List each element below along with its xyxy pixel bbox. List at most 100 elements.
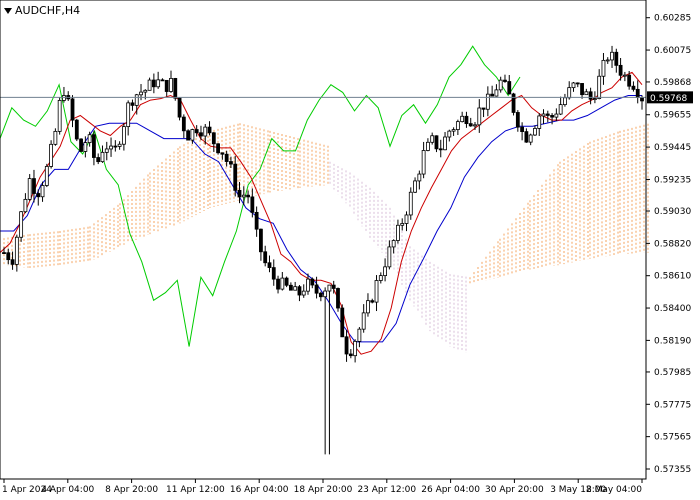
candle-body [550,115,554,118]
candle-body [203,126,208,137]
candle-body [528,134,533,143]
candle-body [181,116,186,132]
candle-body [503,79,507,82]
x-tick-label: 4 Apr 04:00 [41,485,94,495]
candle-body [370,300,375,303]
candle-body [241,194,246,198]
candle-body [79,138,83,152]
candle-body [177,97,182,118]
candle-body [601,59,606,77]
candle-body [460,115,465,123]
candle-body [635,88,640,99]
candle-body [259,228,263,253]
candle-body [139,91,143,96]
candle-body [477,107,482,126]
candle-body [344,336,349,355]
candle-body [408,191,413,216]
candle-body [400,223,405,226]
candle-body [164,79,169,92]
candle-body [627,74,632,87]
candle-body [348,353,353,357]
candle-body [404,214,409,224]
candle-body [490,93,495,97]
candle-body [199,132,203,137]
x-tick-label: 30 Apr 20:00 [485,485,544,495]
candle-body [327,284,332,292]
candle-body [507,81,512,95]
candle-body [558,104,563,115]
candle-body [2,252,6,254]
candle-body [430,135,435,143]
candle-body [374,280,379,303]
candle-body [117,143,122,147]
candle-body [276,278,280,290]
candle-body [130,102,135,106]
candle-body [588,91,593,100]
candle-body [451,129,456,132]
candle-body [113,145,118,148]
x-tick-label: 23 Apr 12:00 [357,485,416,495]
candle-body [575,82,580,85]
candle-body [563,97,567,106]
candle-body [361,312,366,330]
candle-body [515,112,520,128]
candle-body [156,79,161,88]
candle-body [353,340,358,357]
candle-body [473,124,477,127]
candle-body [233,163,238,191]
candle-body [211,132,216,145]
candle-body [464,115,469,125]
symbol-label: AUDCHF,H4 [4,4,80,17]
candle-body [592,98,597,100]
candle-body [426,141,430,151]
candle-body [301,290,306,296]
candle-body [53,130,58,145]
candle-body [263,251,268,264]
candle-body [584,91,589,96]
candle-body [318,292,323,298]
candle-body [83,142,88,152]
candle-body [237,189,242,198]
candle-body [23,198,28,213]
candle-body [481,107,486,110]
dropdown-triangle-icon [4,7,12,14]
candle-body [455,121,460,130]
candle-body [610,51,614,61]
candle-body [40,185,45,198]
candle-body [160,79,165,82]
y-tick-label: 0.59868 [654,78,691,88]
candle-body [186,130,191,141]
candle-body [310,278,315,286]
candle-body [49,143,54,167]
candle-body [383,266,387,277]
current-price-label: 0.59768 [647,91,693,104]
candle-body [511,93,516,113]
candle-body [169,78,173,92]
candle-body [618,64,623,76]
candle-body [614,51,619,66]
current-price-value: 0.59768 [650,94,687,104]
y-tick-label: 0.58400 [654,304,691,314]
candle-body [438,148,443,151]
candle-body [44,166,49,186]
candle-body [567,87,572,99]
candle-body [104,148,109,153]
price-chart[interactable]: 0.60285 0.60075 0.59868 0.59655 0.59445 0.592… [0,0,700,500]
candle-body [336,288,340,309]
candle-body [366,300,370,314]
candle-body [387,246,392,268]
candle-body [14,236,19,265]
x-tick-label: 18 Apr 20:00 [294,485,353,495]
candle-body [70,98,75,121]
candle-body [622,74,627,77]
candle-body [224,153,229,162]
candle-body [288,284,293,291]
candle-body [378,275,383,281]
candle-body [19,211,24,238]
candle-body [246,194,250,198]
candle-body [220,152,225,155]
y-tick-label: 0.60285 [654,14,691,24]
candle-body [284,277,289,286]
candle-body [92,134,96,158]
candle-body [293,286,298,291]
